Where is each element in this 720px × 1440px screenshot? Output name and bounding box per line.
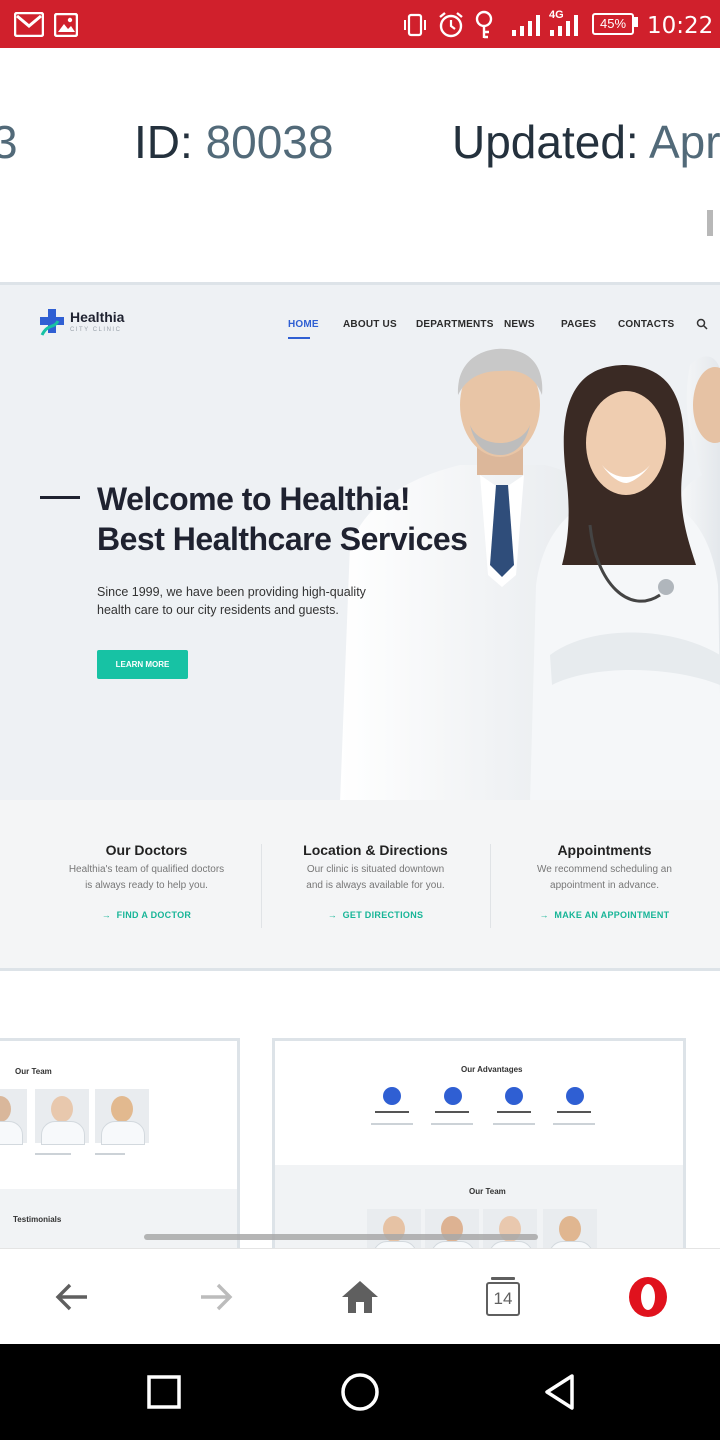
battery-tip bbox=[634, 17, 638, 27]
home-circle-icon[interactable] bbox=[340, 1372, 380, 1412]
doctors-photo bbox=[340, 348, 720, 803]
thumb-text-line bbox=[435, 1111, 469, 1113]
battery-level: 45% bbox=[592, 13, 634, 35]
4g-signal-icon bbox=[550, 15, 578, 36]
hero-title-line2: Best Healthcare Services bbox=[97, 521, 468, 557]
battery-indicator: 45% bbox=[592, 13, 634, 35]
feature-desc-line2: is always ready to help you. bbox=[85, 880, 208, 891]
features-strip: Our Doctors Healthia's team of qualified… bbox=[0, 800, 720, 971]
thumb-text-line bbox=[375, 1111, 409, 1113]
recents-square-icon[interactable] bbox=[146, 1374, 182, 1410]
feature-desc-line2: and is always available for you. bbox=[306, 880, 445, 891]
find-a-doctor-link[interactable]: → FIND A DOCTOR bbox=[32, 910, 261, 920]
advantage-icon bbox=[444, 1087, 462, 1105]
alarm-icon bbox=[439, 12, 463, 38]
arrow-right-icon: → bbox=[101, 910, 117, 920]
thumb-text-line bbox=[35, 1153, 71, 1155]
thumb-left-title: Our Team bbox=[15, 1067, 52, 1076]
tabs-stack-line bbox=[491, 1277, 515, 1280]
thumb-text-line bbox=[497, 1111, 531, 1113]
hero-description: Since 1999, we have been providing high-… bbox=[97, 585, 366, 617]
feature-desc-line2: appointment in advance. bbox=[550, 880, 659, 891]
scroll-indicator bbox=[707, 210, 713, 236]
thumb-text-line bbox=[95, 1153, 125, 1155]
feature-title: Our Doctors bbox=[105, 842, 188, 858]
thumb-text-line bbox=[493, 1123, 535, 1125]
forward-arrow-icon[interactable] bbox=[198, 1280, 234, 1314]
feature-title: Location & Directions bbox=[303, 842, 448, 858]
theme-preview-hero[interactable]: Healthia CITY CLINIC HOME ABOUT US DEPAR… bbox=[0, 282, 720, 803]
browser-toolbar: 14 bbox=[0, 1248, 720, 1345]
arrow-right-icon: → bbox=[539, 910, 555, 920]
thumb-text-line bbox=[371, 1123, 413, 1125]
thumb-text-line bbox=[553, 1123, 595, 1125]
hero-dash bbox=[40, 496, 80, 499]
feature-desc-line1: Our clinic is situated downtown bbox=[306, 864, 445, 875]
meta-prev-value: 3 bbox=[0, 112, 18, 172]
logo-name: Healthia bbox=[70, 309, 125, 325]
opera-icon[interactable] bbox=[627, 1276, 669, 1318]
meta-id: ID: 80038 bbox=[134, 112, 333, 172]
tabs-icon[interactable]: 14 bbox=[486, 1277, 520, 1316]
healthia-cross-icon bbox=[40, 309, 64, 336]
meta-updated: Updated: Apr bbox=[452, 112, 720, 172]
home-icon[interactable] bbox=[340, 1279, 380, 1315]
learn-more-button[interactable]: LEARN MORE bbox=[97, 650, 188, 679]
meta-id-label: ID: bbox=[134, 116, 193, 168]
thumb-text-line bbox=[557, 1111, 591, 1113]
gallery-icon bbox=[54, 13, 78, 37]
meta-updated-label: Updated: bbox=[452, 116, 639, 168]
thumb-text-line bbox=[431, 1123, 473, 1125]
feature-link-label: FIND A DOCTOR bbox=[116, 910, 192, 920]
feature-appointments: Appointments We recommend scheduling an … bbox=[490, 842, 719, 920]
team-photo bbox=[35, 1089, 89, 1145]
tab-count: 14 bbox=[486, 1282, 520, 1316]
hero-title: Welcome to Healthia! Best Healthcare Ser… bbox=[97, 479, 468, 559]
key-icon bbox=[475, 10, 493, 39]
logo-subtitle: CITY CLINIC bbox=[70, 327, 122, 333]
meta-prev-text: 3 bbox=[0, 116, 18, 168]
make-appointment-link[interactable]: → MAKE AN APPOINTMENT bbox=[490, 910, 719, 920]
feature-link-label: GET DIRECTIONS bbox=[342, 910, 424, 920]
get-directions-link[interactable]: → GET DIRECTIONS bbox=[261, 910, 490, 920]
advantage-icon bbox=[505, 1087, 523, 1105]
system-navigation-bar bbox=[0, 1344, 720, 1440]
nav-active-underline bbox=[288, 337, 310, 339]
hero-title-line1: Welcome to Healthia! bbox=[97, 481, 411, 517]
meta-id-value: 80038 bbox=[205, 116, 334, 168]
thumb-right-title: Our Advantages bbox=[461, 1065, 523, 1074]
arrow-right-icon: → bbox=[327, 910, 343, 920]
back-triangle-icon[interactable] bbox=[542, 1373, 578, 1411]
preview-thumbnail-right[interactable]: Our Advantages Our Team bbox=[272, 1038, 686, 1264]
team-photo bbox=[0, 1089, 27, 1145]
feature-desc-line1: Healthia's team of qualified doctors bbox=[68, 864, 225, 875]
team-photo bbox=[95, 1089, 149, 1145]
clock: 10:22 bbox=[647, 13, 714, 39]
signal-icon bbox=[512, 15, 540, 36]
back-arrow-icon[interactable] bbox=[54, 1280, 90, 1314]
gmail-icon bbox=[14, 12, 44, 37]
feature-link-label: MAKE AN APPOINTMENT bbox=[554, 910, 670, 920]
thumb-right-subtitle: Our Team bbox=[469, 1187, 506, 1196]
feature-location: Location & Directions Our clinic is situ… bbox=[261, 842, 490, 920]
feature-title: Appointments bbox=[557, 842, 652, 858]
nav-home[interactable]: HOME bbox=[288, 319, 319, 330]
advantage-icon bbox=[566, 1087, 584, 1105]
thumb-left-subtitle: Testimonials bbox=[13, 1215, 62, 1224]
advantage-icon bbox=[383, 1087, 401, 1105]
feature-desc-line1: We recommend scheduling an bbox=[537, 864, 672, 875]
meta-updated-value: Apr bbox=[648, 116, 720, 168]
vibrate-icon bbox=[404, 13, 426, 37]
status-bar: 4G 45% 10:22 bbox=[0, 0, 720, 48]
feature-doctors: Our Doctors Healthia's team of qualified… bbox=[32, 842, 261, 920]
preview-thumbnail-left[interactable]: Our Team Testimonials bbox=[0, 1038, 240, 1264]
horizontal-scroll-indicator bbox=[144, 1234, 538, 1240]
